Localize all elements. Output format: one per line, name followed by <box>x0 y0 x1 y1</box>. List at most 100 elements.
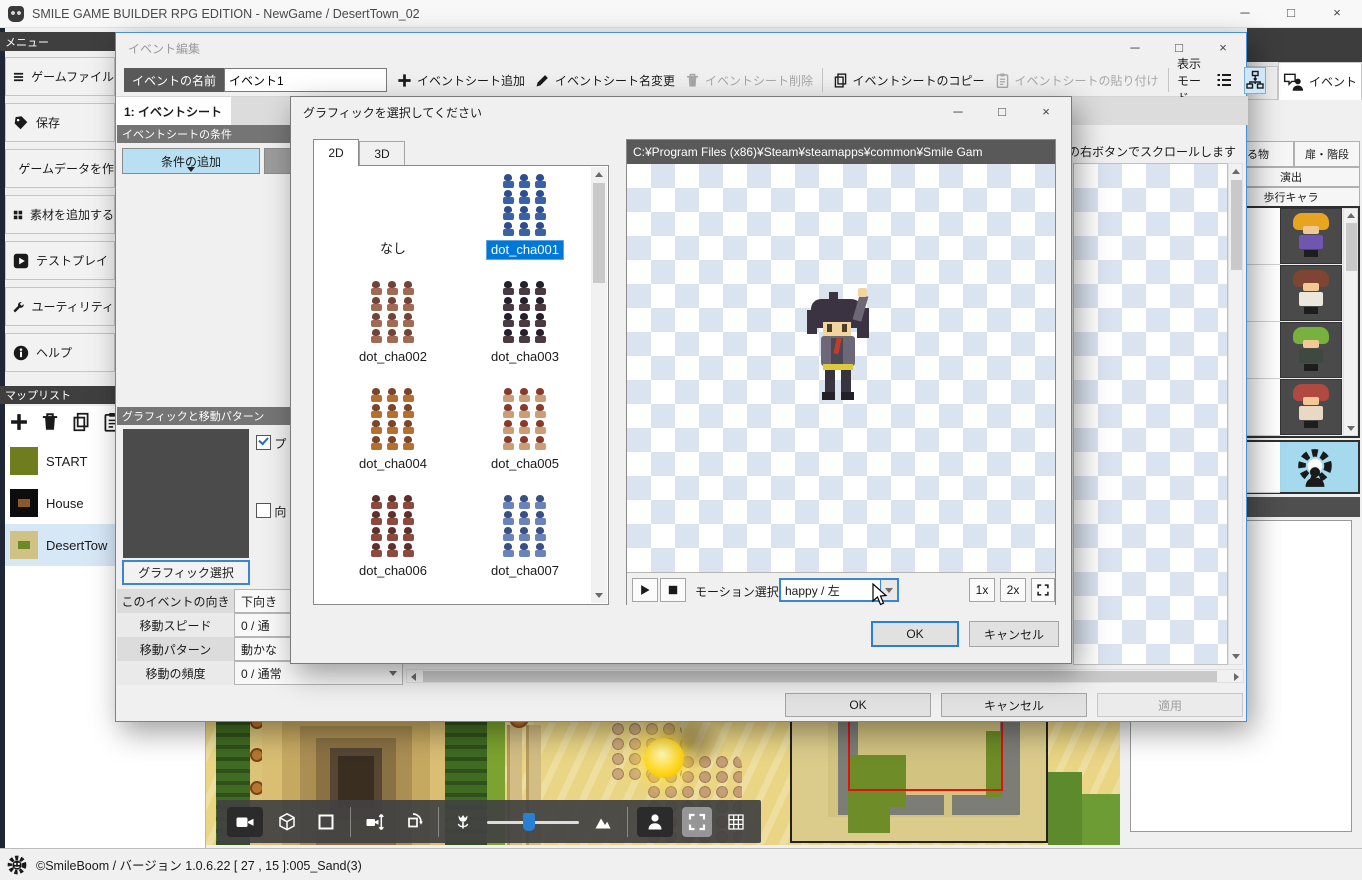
toolbar-button-1[interactable]: イベントシート名変更 <box>534 72 675 89</box>
toolbar-button-2: イベントシート削除 <box>684 72 813 89</box>
tab-event-sheet[interactable]: 1: イベントシート <box>116 97 231 125</box>
graphic-item-なし[interactable]: なし <box>332 174 454 258</box>
graphic-item-dot_cha003[interactable]: dot_cha003 <box>464 281 586 366</box>
preview-canvas[interactable] <box>627 164 1055 572</box>
tab-2d[interactable]: 2D <box>313 139 359 166</box>
delete-map-button[interactable] <box>39 411 61 433</box>
graphic-ok-button[interactable]: OK <box>871 621 959 647</box>
graphic-dialog-maximize-button[interactable]: □ <box>983 99 1021 123</box>
graphic-item-dot_cha002[interactable]: dot_cha002 <box>332 281 454 366</box>
map-list-item-House[interactable]: House <box>5 482 118 524</box>
stop-button[interactable] <box>660 578 686 602</box>
direction-checkbox[interactable]: 向 <box>256 503 286 520</box>
graphic-item-dot_cha007[interactable]: dot_cha007 <box>464 495 586 580</box>
pencil-icon <box>534 72 551 89</box>
copy-map-button[interactable] <box>70 411 92 433</box>
add-condition-button[interactable]: 条件の追加 <box>122 148 260 174</box>
graphic-dialog-close-button[interactable]: × <box>1027 99 1065 123</box>
menu-item-label: 素材を追加する <box>30 206 114 223</box>
preview-checkbox[interactable]: プ <box>256 435 286 452</box>
event-dialog-minimize-button[interactable]: ─ <box>1116 35 1154 59</box>
map-item-label: House <box>46 496 84 511</box>
maplist-toolbar <box>5 406 118 438</box>
map-list-item-START[interactable]: START <box>5 440 118 482</box>
category-door-stairs-button[interactable]: 扉・階段 <box>1294 141 1360 167</box>
event-dialog-close-button[interactable]: × <box>1204 35 1242 59</box>
event-graphic-area[interactable] <box>1073 163 1228 665</box>
graphic-select-button[interactable]: グラフィック選択 <box>122 560 250 585</box>
add-map-button[interactable] <box>8 411 30 433</box>
graphic-dialog-minimize-button[interactable]: ─ <box>939 99 977 123</box>
graphic-cancel-button[interactable]: キャンセル <box>969 621 1059 647</box>
toolbar-button-4[interactable]: イベントシートのコピー <box>832 72 985 89</box>
minimap-green <box>848 801 890 833</box>
zoom-slider-thumb[interactable] <box>523 813 535 831</box>
flow-view-button[interactable] <box>1244 67 1266 94</box>
zoom-slider[interactable] <box>487 807 579 837</box>
graphic-resize-grip[interactable] <box>1057 649 1069 661</box>
fit-view-button[interactable] <box>1031 578 1055 602</box>
preview-controls: モーション選択 happy / 左 1x 2x <box>627 572 1055 606</box>
walk-char-thumbnail-0[interactable] <box>1280 208 1342 264</box>
event-hscrollbar[interactable] <box>406 669 1244 683</box>
property-value: 下向き <box>241 593 277 610</box>
walk-char-thumbnail-2[interactable] <box>1280 322 1342 378</box>
map-list-item-DesertTow[interactable]: DesertTow <box>5 524 118 566</box>
walk-char-scrollbar[interactable] <box>1343 208 1358 436</box>
flower-zoom-button[interactable] <box>448 807 478 837</box>
walk-char-name-cell[interactable] <box>1246 379 1280 436</box>
menu-item-1[interactable]: 保存 <box>5 103 115 142</box>
menu-item-label: ゲームデータを作 <box>18 160 114 177</box>
graphic-list-scrollbar[interactable] <box>591 167 607 603</box>
cube-icon <box>277 812 297 832</box>
scale-2x-button[interactable]: 2x <box>1000 578 1026 602</box>
graphic-item-dot_cha004[interactable]: dot_cha004 <box>332 388 454 473</box>
event-resize-grip[interactable] <box>1232 707 1244 719</box>
cube-button[interactable] <box>272 807 302 837</box>
event-graphic-selected-row[interactable] <box>1244 440 1360 494</box>
walk-char-name-cell[interactable] <box>1246 322 1280 379</box>
walk-char-name-cell[interactable] <box>1246 208 1280 265</box>
event-cancel-button[interactable]: キャンセル <box>941 693 1087 717</box>
walk-char-name-cell[interactable] <box>1246 265 1280 322</box>
list-view-button[interactable] <box>1213 67 1235 94</box>
event-name-input[interactable] <box>224 68 387 92</box>
event-graphic-vscrollbar[interactable] <box>1228 163 1243 665</box>
menu-item-5[interactable]: ユーティリティ <box>5 287 115 326</box>
graphic-item-dot_cha006[interactable]: dot_cha006 <box>332 495 454 580</box>
scale-1x-button[interactable]: 1x <box>969 578 995 602</box>
app-logo-icon <box>8 6 24 22</box>
fullscreen-icon <box>1036 583 1050 597</box>
menu-item-2[interactable]: ゲームデータを作 <box>5 149 115 188</box>
square-select-button[interactable] <box>311 807 341 837</box>
tab-3d[interactable]: 3D <box>359 141 405 166</box>
category-label: る物 <box>1247 146 1269 162</box>
tab-event[interactable]: イベント <box>1278 62 1362 100</box>
graphic-item-dot_cha001[interactable]: dot_cha001 <box>464 174 586 259</box>
main-maximize-button[interactable]: □ <box>1272 0 1310 24</box>
event-ok-button[interactable]: OK <box>785 693 931 717</box>
play-button[interactable] <box>632 578 658 602</box>
walk-char-thumbnail-3[interactable] <box>1280 379 1342 435</box>
toolbar-button-0[interactable]: イベントシート追加 <box>396 72 525 89</box>
event-dialog-titlebar[interactable]: イベント編集 <box>116 33 1246 63</box>
mountain-zoom-button[interactable] <box>588 807 618 837</box>
fullscreen-button[interactable] <box>682 807 712 837</box>
sprite-eye <box>827 324 832 332</box>
graphic-item-dot_cha005[interactable]: dot_cha005 <box>464 388 586 473</box>
main-close-button[interactable]: × <box>1318 0 1356 24</box>
main-minimize-button[interactable]: ─ <box>1226 0 1264 24</box>
camera-height-button[interactable] <box>360 807 390 837</box>
menu-item-4[interactable]: テストプレイ <box>5 241 115 280</box>
property-value-dropdown[interactable]: 0 / 通常 <box>234 661 403 685</box>
character-light-button[interactable] <box>637 807 673 837</box>
grid-button[interactable] <box>721 807 751 837</box>
menu-item-0[interactable]: ゲームファイル <box>5 57 115 96</box>
camera-button[interactable] <box>227 807 263 837</box>
menu-item-6[interactable]: ヘルプ <box>5 333 115 372</box>
character-figure <box>1293 213 1329 257</box>
rotate-button[interactable] <box>399 807 429 837</box>
walk-char-thumbnail-1[interactable] <box>1280 265 1342 321</box>
minimap[interactable] <box>790 703 1048 843</box>
menu-item-3[interactable]: 素材を追加する <box>5 195 115 234</box>
